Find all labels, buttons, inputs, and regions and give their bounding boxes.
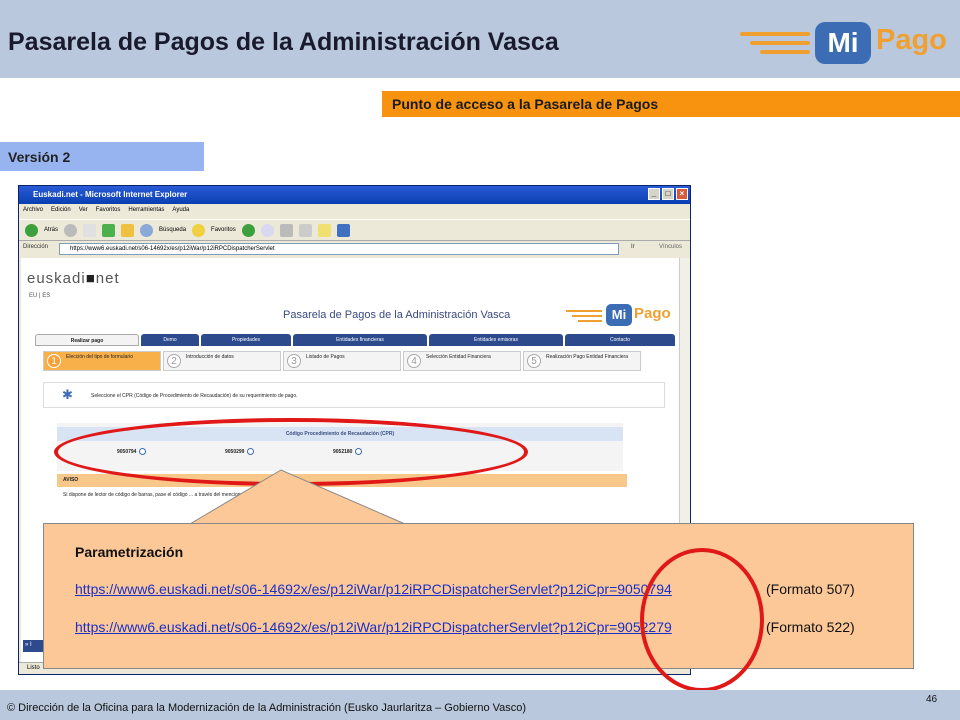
slide-header: Pasarela de Pagos de la Administración V…: [0, 0, 960, 78]
browser-menubar: Archivo Edición Ver Favoritos Herramient…: [19, 204, 690, 218]
language-switch[interactable]: EU | ES: [29, 293, 50, 299]
favorites-label[interactable]: Favoritos: [211, 227, 236, 233]
address-input[interactable]: https://www6.euskadi.net/s06-14692x/es/p…: [59, 243, 619, 255]
cpr-link-9052279[interactable]: https://www6.euskadi.net/s06-14692x/es/p…: [75, 619, 672, 635]
mipago-mini-logo: Mi Pago: [566, 302, 676, 328]
menu-favoritos[interactable]: Favoritos: [96, 207, 121, 215]
step-1: 1 Elección del tipo de formulario: [43, 351, 161, 371]
step-4: 4 Selección Entidad Financiera: [403, 351, 521, 371]
instruction-text: Seleccione el CPR (Código de Procedimien…: [91, 393, 298, 399]
address-label: Dirección: [23, 244, 49, 250]
browser-toolbar: Atrás Búsqueda Favoritos: [19, 219, 690, 241]
maximize-icon[interactable]: □: [662, 188, 674, 200]
euskadi-logo: euskadi■net: [27, 270, 120, 287]
search-label[interactable]: Búsqueda: [159, 227, 186, 233]
close-icon[interactable]: ×: [676, 188, 688, 200]
tab-realizar-pago[interactable]: Realizar pago: [35, 334, 139, 346]
highlight-ellipse: [54, 418, 528, 486]
mail-icon[interactable]: [260, 223, 274, 237]
tab-propiedades[interactable]: Propiedades: [201, 334, 291, 346]
page-number: 46: [926, 694, 938, 705]
format-522-label: (Formato 522): [766, 619, 855, 635]
edit-icon[interactable]: [298, 223, 312, 237]
menu-herramientas[interactable]: Herramientas: [128, 207, 164, 215]
wizard-steps: 1 Elección del tipo de formulario 2 Introd…: [43, 351, 667, 371]
cpr-link-9050794[interactable]: https://www6.euskadi.net/s06-14692x/es/p…: [75, 581, 672, 597]
stop-icon[interactable]: [83, 223, 97, 237]
parametrization-callout: Parametrización https://www6.euskadi.net…: [43, 523, 914, 669]
step-5: 5 Realización Pago Entidad Financiera: [523, 351, 641, 371]
page-tabs: Realizar pago Demo Propiedades Entidades…: [35, 334, 679, 346]
browser-title: Euskadi.net - Microsoft Internet Explore…: [33, 190, 188, 199]
menu-edicion[interactable]: Edición: [51, 207, 71, 215]
menu-ver[interactable]: Ver: [79, 207, 88, 215]
callout-title: Parametrización: [75, 544, 184, 560]
forward-arrow-icon[interactable]: [64, 223, 78, 237]
menu-ayuda[interactable]: Ayuda: [172, 207, 189, 215]
format-507-label: (Formato 507): [766, 581, 855, 597]
highlight-circle: [640, 548, 764, 692]
search-icon[interactable]: [140, 223, 154, 237]
links-label[interactable]: Vínculos: [659, 244, 682, 250]
favorites-icon[interactable]: [192, 223, 206, 237]
address-bar: Dirección https://www6.euskadi.net/s06-1…: [19, 242, 690, 256]
minimize-icon[interactable]: _: [648, 188, 660, 200]
page-title: Pasarela de Pagos de la Administración V…: [283, 309, 511, 321]
print-icon[interactable]: [279, 223, 293, 237]
messenger-icon[interactable]: [336, 223, 350, 237]
tab-demo[interactable]: Demo: [141, 334, 199, 346]
folder-icon[interactable]: [317, 223, 331, 237]
tab-entidades-financieras[interactable]: Entidades financieras: [293, 334, 427, 346]
version-label: Versión 2: [0, 142, 204, 171]
browser-titlebar: Euskadi.net - Microsoft Internet Explore…: [19, 186, 690, 204]
menu-archivo[interactable]: Archivo: [23, 207, 43, 215]
access-point-bar: Punto de acceso a la Pasarela de Pagos: [382, 91, 960, 117]
slide-title: Pasarela de Pagos de la Administración V…: [8, 28, 559, 56]
refresh-icon[interactable]: [102, 223, 116, 237]
back-label[interactable]: Atrás: [44, 227, 58, 233]
notice-text: Si dispone de lector de código de barras…: [63, 492, 264, 498]
go-button[interactable]: Ir: [631, 244, 635, 250]
instruction-panel: ✱ Seleccione el CPR (Código de Procedimi…: [43, 382, 665, 408]
tab-entidades-emisoras[interactable]: Entidades emisoras: [429, 334, 563, 346]
step-3: 3 Listado de Pagos: [283, 351, 401, 371]
home-icon[interactable]: [121, 223, 135, 237]
history-icon[interactable]: [241, 223, 255, 237]
step-2: 2 Introducción de datos: [163, 351, 281, 371]
tab-contacto[interactable]: Contacto: [565, 334, 675, 346]
footer-text: © Dirección de la Oficina para la Modern…: [7, 702, 527, 714]
slide-footer: 46 © Dirección de la Oficina para la Mod…: [0, 690, 960, 720]
side-arrow-button[interactable]: » I: [23, 640, 43, 652]
mipago-logo: Mi Pago: [740, 18, 947, 68]
asterisk-icon: ✱: [62, 387, 73, 402]
back-arrow-icon[interactable]: [25, 223, 38, 237]
